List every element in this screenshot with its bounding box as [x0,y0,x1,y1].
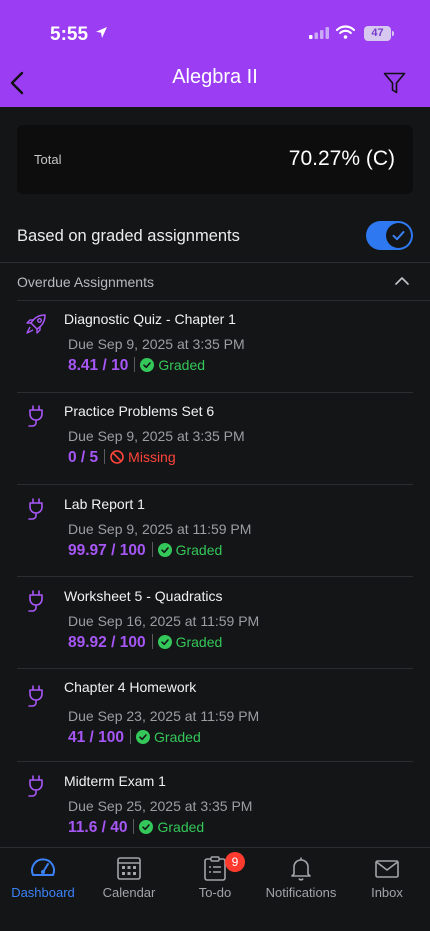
assignment-score: 11.6 / 40 [68,819,128,836]
status-label: Graded [158,357,206,373]
total-grade-value: 70.27% (C) [288,147,395,170]
score-separator [104,449,106,464]
status-bar: 5:55 47 [0,0,430,50]
status-label: Graded [154,729,201,745]
tab-inbox[interactable]: Inbox [344,848,430,908]
assignment-score-line: 41 / 100 Graded [68,729,201,747]
tab-label: Dashboard [11,885,75,900]
checkmark-icon [392,231,405,241]
battery-tip [392,31,394,36]
assignment-row[interactable]: Worksheet 5 - Quadratics Due Sep 16, 202… [0,577,430,669]
assignment-due-date: Due Sep 16, 2025 at 11:59 PM [68,613,260,629]
status-badge: Graded [157,634,223,650]
envelope-icon [375,860,399,878]
check-circle-icon [139,820,154,834]
assignment-due-date: Due Sep 9, 2025 at 3:35 PM [68,336,245,352]
assignment-score: 89.92 / 100 [68,634,146,651]
status-badge: Graded [139,819,204,835]
assignment-score-line: 99.97 / 100 Graded [68,542,222,560]
status-badge: Missing [110,449,176,465]
tab-notifications[interactable]: Notifications [258,848,344,908]
wifi-icon [336,25,355,39]
assignment-title: Diagnostic Quiz - Chapter 1 [64,311,236,327]
page-title: Alegbra II [172,66,258,88]
tab-label: Notifications [265,885,337,900]
check-circle-icon [157,543,172,557]
tab-label: Calendar [102,885,156,900]
tab-todo[interactable]: To-do [172,848,258,908]
plug-icon [28,498,43,520]
assignment-due-date: Due Sep 23, 2025 at 11:59 PM [68,708,260,724]
plug-icon [28,775,43,797]
score-separator [130,729,132,744]
battery-indicator: 47 [364,26,391,41]
graded-toggle-switch[interactable] [366,221,413,250]
assignment-title: Chapter 4 Homework [64,679,197,695]
status-time: 5:55 [50,24,89,45]
tab-label: Inbox [371,885,403,900]
toggle-knob [386,223,411,248]
status-label: Missing [128,449,176,465]
assignment-score-line: 0 / 5 Missing [68,449,176,467]
location-arrow-icon [96,27,107,38]
assignment-title: Lab Report 1 [64,496,145,512]
gauge-icon [31,858,55,876]
prohibited-icon [110,450,124,464]
graded-assignments-row: Based on graded assignments [0,216,430,260]
assignment-title: Worksheet 5 - Quadratics [64,588,223,604]
assignment-title: Midterm Exam 1 [64,773,166,789]
bottom-tab-bar: Dashboard Calendar To-do 9 Notifications [0,847,430,931]
score-separator [134,357,136,372]
tab-label: To-do [198,885,232,900]
check-circle-icon [157,635,172,649]
score-separator [151,542,153,557]
assignment-due-date: Due Sep 25, 2025 at 3:35 PM [68,798,253,814]
plug-icon [28,685,43,707]
assignment-score-line: 8.41 / 10 Graded [68,357,205,375]
todo-count-badge: 9 [225,852,245,872]
rocket-icon [26,314,46,334]
assignment-row[interactable]: Lab Report 1 Due Sep 9, 2025 at 11:59 PM… [0,485,430,577]
chevron-up-icon [395,277,409,285]
tab-calendar[interactable]: Calendar [86,848,172,908]
overdue-section-header[interactable]: Overdue Assignments [0,263,430,300]
check-circle-icon [140,358,155,372]
status-badge: Graded [157,542,223,558]
cellular-signal-icon [309,27,329,39]
assignment-score: 0 / 5 [68,449,99,466]
graded-toggle-label: Based on graded assignments [17,227,240,245]
status-badge: Graded [140,357,205,373]
assignment-score: 8.41 / 10 [68,357,129,374]
tab-dashboard[interactable]: Dashboard [0,848,86,908]
assignment-row[interactable]: Diagnostic Quiz - Chapter 1 Due Sep 9, 2… [0,300,430,392]
total-label: Total [34,152,62,167]
assignment-row[interactable]: Chapter 4 Homework Due Sep 23, 2025 at 1… [0,666,430,758]
assignment-due-date: Due Sep 9, 2025 at 3:35 PM [68,428,245,444]
status-label: Graded [157,819,205,835]
assignment-title: Practice Problems Set 6 [64,403,215,419]
assignment-score: 99.97 / 100 [68,542,146,559]
total-grade-card: Total 70.27% (C) [17,125,413,194]
score-separator [151,634,153,649]
status-label: Graded [175,634,223,650]
status-badge: Graded [136,729,201,745]
plug-icon [28,590,43,612]
calendar-icon [117,857,141,880]
status-label: Graded [175,542,223,558]
assignment-score: 41 / 100 [68,729,125,746]
filter-icon[interactable] [383,72,406,94]
bell-icon [291,857,311,881]
score-separator [133,819,135,834]
assignment-due-date: Due Sep 9, 2025 at 11:59 PM [68,521,252,537]
assignment-score-line: 89.92 / 100 Graded [68,634,222,652]
section-title: Overdue Assignments [17,274,154,290]
assignment-score-line: 11.6 / 40 Graded [68,819,204,837]
app-header: 5:55 47 Alegbra II [0,0,430,107]
assignment-row[interactable]: Midterm Exam 1 Due Sep 25, 2025 at 3:35 … [0,762,430,846]
check-circle-icon [136,730,151,744]
plug-icon [28,405,43,427]
assignment-row[interactable]: Practice Problems Set 6 Due Sep 9, 2025 … [0,392,430,484]
